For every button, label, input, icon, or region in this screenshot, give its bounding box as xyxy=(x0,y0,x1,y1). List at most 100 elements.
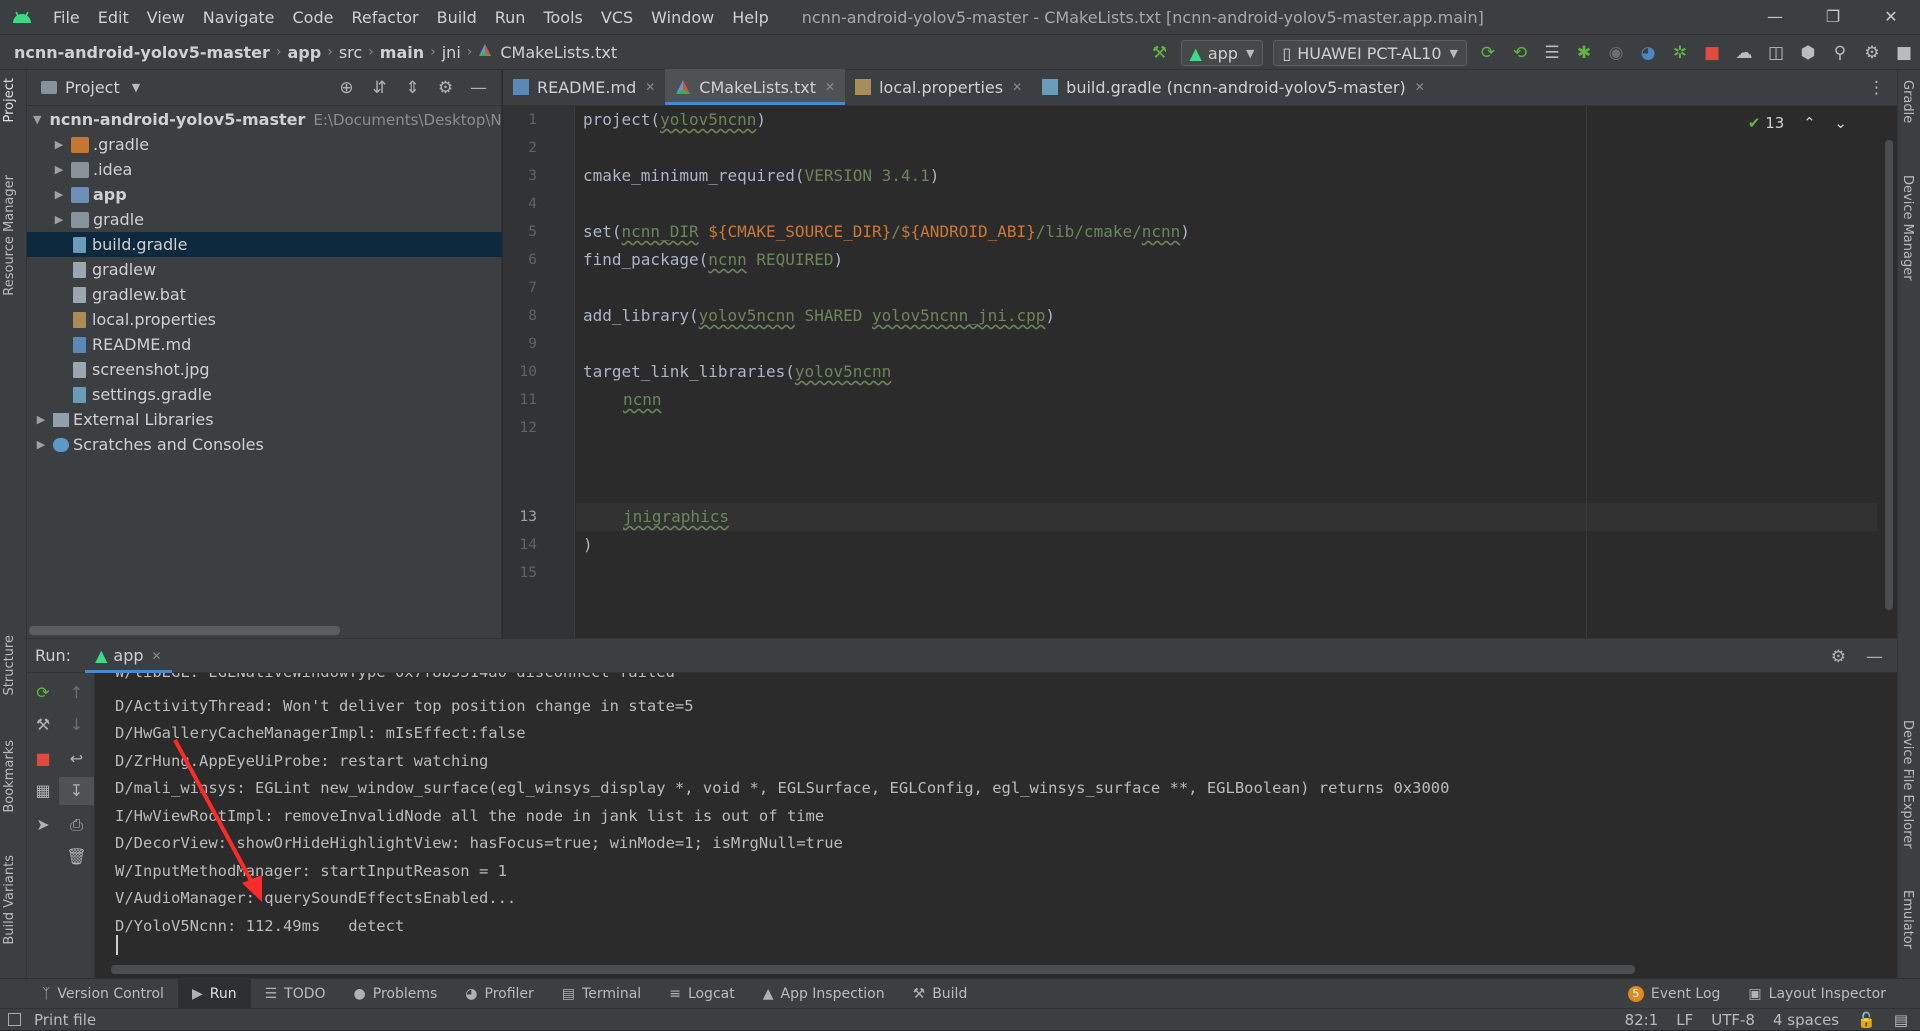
close-icon[interactable]: ✕ xyxy=(152,649,162,663)
tool-tab-build-variants[interactable]: Build Variants xyxy=(2,855,17,945)
lock-icon[interactable]: 🔓 xyxy=(1857,1011,1876,1029)
breadcrumb-main[interactable]: main xyxy=(376,43,428,62)
shield-icon[interactable]: ◉ xyxy=(1600,35,1632,71)
bottom-tab-todo[interactable]: ☰TODO xyxy=(251,979,340,1009)
tree-item-scratches[interactable]: ▶ Scratches and Consoles xyxy=(27,432,502,457)
indent-setting[interactable]: 4 spaces xyxy=(1773,1011,1839,1029)
bottom-tab-build[interactable]: ⚒Build xyxy=(899,979,982,1009)
menu-navigate[interactable]: Navigate xyxy=(194,8,284,27)
chevron-right-icon[interactable]: ▶ xyxy=(33,413,49,426)
search-icon[interactable]: ⚲ xyxy=(1824,35,1856,71)
chevron-right-icon[interactable]: ▶ xyxy=(51,188,67,201)
breadcrumb-file[interactable]: CMakeLists.txt xyxy=(496,43,621,62)
code-line-8[interactable]: add_library(yolov5ncnn SHARED yolov5ncnn… xyxy=(583,302,1055,330)
project-horizontal-scrollbar[interactable] xyxy=(29,626,340,635)
close-icon[interactable]: ✕ xyxy=(1862,0,1920,34)
device-manager-icon[interactable]: ◫ xyxy=(1760,35,1792,71)
arrow-down-icon[interactable]: ↓ xyxy=(59,711,94,739)
tree-root[interactable]: ▼ ncnn-android-yolov5-master E:\Document… xyxy=(27,107,502,132)
menu-refactor[interactable]: Refactor xyxy=(342,8,427,27)
tab-cmakelists[interactable]: CMakeLists.txt ✕ xyxy=(665,69,845,105)
tree-item-screenshot[interactable]: screenshot.jpg xyxy=(27,357,502,382)
tool-tab-resource-manager[interactable]: Resource Manager xyxy=(2,175,17,296)
close-icon[interactable]: ✕ xyxy=(1415,80,1425,94)
tool-tab-emulator[interactable]: Emulator xyxy=(1900,890,1915,949)
code-line-10[interactable]: target_link_libraries(yolov5ncnn xyxy=(583,358,891,386)
collapse-all-icon[interactable]: ⇕ xyxy=(396,78,429,98)
restore-icon[interactable]: ❐ xyxy=(1804,0,1862,34)
project-view-select[interactable]: Project xyxy=(65,78,120,97)
menu-build[interactable]: Build xyxy=(428,8,486,27)
gear-icon[interactable]: ⚙ xyxy=(1856,35,1888,71)
debug-icon[interactable]: ✱ xyxy=(1568,35,1600,71)
expand-all-icon[interactable]: ⇵ xyxy=(363,78,396,98)
run-config-select[interactable]: ▲ app ▼ xyxy=(1181,40,1264,66)
code-line-11[interactable]: ncnn xyxy=(623,386,662,414)
rerun-icon[interactable]: ⟳ xyxy=(1472,35,1504,71)
gear-icon[interactable]: ⚙ xyxy=(429,78,462,98)
editor-vertical-scrollbar[interactable] xyxy=(1885,140,1893,610)
rerun-icon[interactable]: ⟳ xyxy=(27,679,59,707)
menu-tools[interactable]: Tools xyxy=(534,8,591,27)
locate-icon[interactable]: ⊕ xyxy=(330,78,363,98)
pin-icon[interactable]: ➤ xyxy=(27,811,59,839)
breadcrumb-app[interactable]: app xyxy=(284,43,326,62)
memory-indicator-icon[interactable]: ▤ xyxy=(1894,1011,1908,1029)
menu-view[interactable]: View xyxy=(138,8,194,27)
run-tab-app[interactable]: ▲ app ✕ xyxy=(85,638,172,673)
arrow-up-icon[interactable]: ↑ xyxy=(59,679,94,707)
tab-build-gradle[interactable]: build.gradle (ncnn-android-yolov5-master… xyxy=(1032,69,1435,105)
bottom-tab-app-inspection[interactable]: ▲App Inspection xyxy=(749,979,899,1009)
breadcrumb-src[interactable]: src xyxy=(335,43,366,62)
apply-changes-icon[interactable]: ⟲ xyxy=(1504,35,1536,71)
stop-icon[interactable]: ■ xyxy=(1696,35,1728,71)
tree-item-build-gradle[interactable]: build.gradle xyxy=(27,232,502,257)
bottom-tab-version-control[interactable]: ᛉVersion Control xyxy=(28,979,178,1009)
tree-item-external-libraries[interactable]: ▶ External Libraries xyxy=(27,407,502,432)
chevron-down-icon[interactable]: ▼ xyxy=(33,113,41,126)
tool-tab-device-manager[interactable]: Device Manager xyxy=(1900,175,1915,281)
bottom-tab-layout-inspector[interactable]: ▣Layout Inspector xyxy=(1734,979,1900,1009)
tree-item-local-properties[interactable]: local.properties xyxy=(27,307,502,332)
attach-debugger-icon[interactable]: ✲ xyxy=(1664,35,1696,71)
chevron-right-icon[interactable]: ▶ xyxy=(51,138,67,151)
avatar-icon[interactable]: ■ xyxy=(1888,35,1920,71)
gear-icon[interactable]: ⚙ xyxy=(1831,647,1846,667)
sync-gradle-icon[interactable]: ☁ xyxy=(1728,35,1760,71)
bottom-tab-terminal[interactable]: ▤Terminal xyxy=(548,979,655,1009)
breadcrumb-project[interactable]: ncnn-android-yolov5-master xyxy=(10,43,274,62)
coverage-icon[interactable]: ☰ xyxy=(1536,35,1568,71)
menu-file[interactable]: File xyxy=(44,8,89,27)
menu-help[interactable]: Help xyxy=(723,8,777,27)
hide-icon[interactable]: — xyxy=(462,78,495,98)
hammer-build-icon[interactable]: ⚒ xyxy=(1144,35,1176,71)
profiler-icon[interactable]: ◕ xyxy=(1632,35,1664,71)
tree-item-gradlew[interactable]: gradlew xyxy=(27,257,502,282)
scroll-to-end-icon[interactable]: ↧ xyxy=(59,777,94,805)
bottom-tab-profiler[interactable]: ◕Profiler xyxy=(451,979,548,1009)
bottom-tab-run[interactable]: ▶Run xyxy=(178,979,251,1009)
tree-item-idea[interactable]: ▶ .idea xyxy=(27,157,502,182)
chevron-right-icon[interactable]: ▶ xyxy=(51,163,67,176)
code-line-5[interactable]: set(ncnn_DIR ${CMAKE_SOURCE_DIR}/${ANDRO… xyxy=(583,218,1190,246)
menu-vcs[interactable]: VCS xyxy=(592,8,642,27)
caret-position[interactable]: 82:1 xyxy=(1625,1011,1659,1029)
tree-item-settings-gradle[interactable]: settings.gradle xyxy=(27,382,502,407)
menu-run[interactable]: Run xyxy=(486,8,535,27)
print-icon[interactable]: ⎙ xyxy=(59,811,94,839)
bottom-tab-problems[interactable]: ●Problems xyxy=(340,979,452,1009)
chevron-down-icon[interactable]: ⌄ xyxy=(1834,114,1847,132)
tool-tab-device-file-explorer[interactable]: Device File Explorer xyxy=(1900,720,1915,849)
breadcrumb-jni[interactable]: jni xyxy=(438,43,465,62)
tab-local-properties[interactable]: local.properties ✕ xyxy=(845,69,1032,105)
tree-item-gradlew-bat[interactable]: gradlew.bat xyxy=(27,282,502,307)
inspection-widget[interactable]: ✔ 13 ⌃ ⌄ xyxy=(1748,114,1847,132)
device-select[interactable]: ▯ HUAWEI PCT-AL10 ▼ xyxy=(1273,40,1467,66)
tool-tab-gradle[interactable]: Gradle xyxy=(1900,80,1915,123)
code-line-1[interactable]: project(yolov5ncnn) xyxy=(583,106,766,134)
tree-item-gradle-dir[interactable]: ▶ .gradle xyxy=(27,132,502,157)
layout-icon[interactable]: ▦ xyxy=(27,777,59,805)
code-line-13[interactable]: jnigraphics xyxy=(623,503,729,531)
close-icon[interactable]: ✕ xyxy=(645,80,655,94)
tab-readme[interactable]: README.md ✕ xyxy=(503,69,665,105)
